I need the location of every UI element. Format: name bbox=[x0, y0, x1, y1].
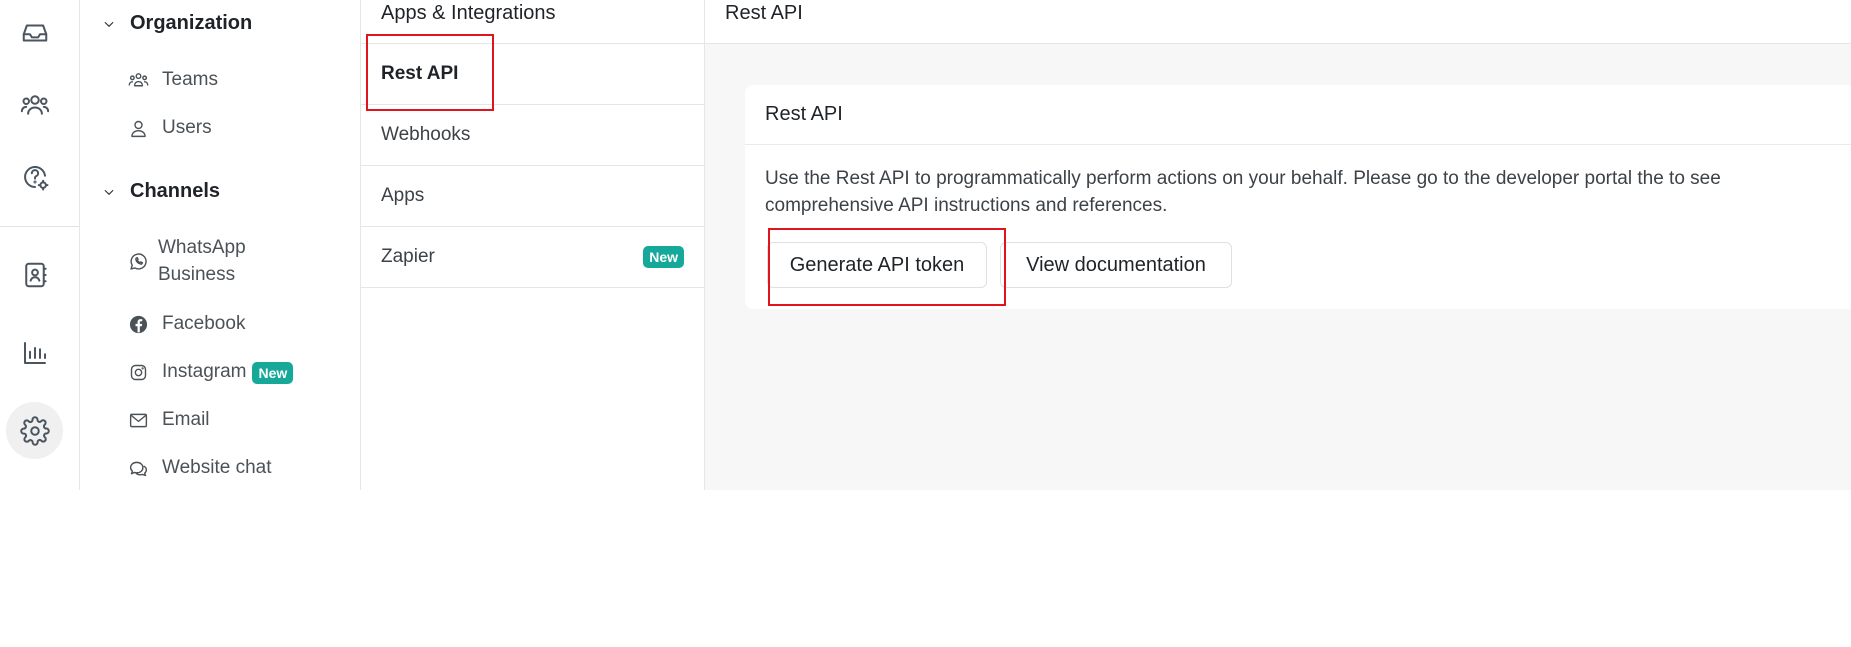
nav-item-label: Email bbox=[162, 409, 210, 430]
reports-chart-icon[interactable] bbox=[6, 324, 63, 381]
nav-item-email[interactable]: Email bbox=[126, 406, 210, 433]
facebook-icon bbox=[126, 312, 150, 336]
rest-api-card: Rest API Use the Rest API to programmati… bbox=[745, 85, 1851, 309]
nav-item-website-chat[interactable]: Website chat bbox=[126, 454, 271, 481]
chat-icon bbox=[126, 456, 150, 480]
mail-icon bbox=[126, 408, 150, 432]
organization-section-header[interactable]: Organization bbox=[80, 12, 252, 35]
nav-item-facebook[interactable]: Facebook bbox=[126, 310, 245, 337]
nav-item-teams[interactable]: Teams bbox=[126, 66, 218, 93]
integrations-subnav: Apps & Integrations Rest API Webhooks Ap… bbox=[361, 0, 705, 490]
subnav-title: Apps & Integrations bbox=[361, 0, 704, 44]
rail-divider bbox=[0, 226, 79, 227]
section-label: Channels bbox=[130, 180, 221, 202]
subnav-item-zapier[interactable]: Zapier New bbox=[361, 227, 704, 288]
nav-item-label-line1: WhatsApp bbox=[158, 237, 246, 258]
nav-item-instagram[interactable]: Instagram New bbox=[126, 358, 294, 385]
channels-section-header[interactable]: Channels bbox=[80, 180, 220, 203]
chevron-down-icon bbox=[96, 14, 122, 34]
subnav-item-label: Zapier bbox=[381, 246, 435, 267]
nav-item-label: Website chat bbox=[162, 457, 272, 478]
card-description: Use the Rest API to programmatically per… bbox=[765, 168, 1721, 216]
card-title: Rest API bbox=[745, 85, 1851, 145]
instagram-icon bbox=[126, 360, 150, 384]
main-content: Rest API Rest API Use the Rest API to pr… bbox=[705, 0, 1851, 490]
page-title: Rest API bbox=[705, 0, 1851, 44]
nav-item-label: Teams bbox=[162, 69, 218, 90]
teams-icon bbox=[126, 68, 150, 92]
nav-item-label: Instagram bbox=[162, 361, 247, 382]
subnav-item-apps[interactable]: Apps bbox=[361, 166, 704, 227]
new-badge: New bbox=[252, 362, 294, 384]
nav-item-label: WhatsApp Business bbox=[158, 234, 246, 288]
help-settings-icon[interactable] bbox=[6, 148, 63, 205]
user-icon bbox=[126, 116, 150, 140]
nav-item-label-line2: Business bbox=[158, 264, 236, 285]
app-window: Organization Teams Users Channels WhatsA… bbox=[0, 0, 1851, 490]
settings-nav: Organization Teams Users Channels WhatsA… bbox=[80, 0, 361, 490]
gear-icon[interactable] bbox=[6, 402, 63, 459]
subnav-item-webhooks[interactable]: Webhooks bbox=[361, 105, 704, 166]
nav-item-label: Facebook bbox=[162, 313, 246, 334]
nav-item-label: Users bbox=[162, 117, 212, 138]
new-badge: New bbox=[643, 246, 684, 268]
contacts-group-icon[interactable] bbox=[6, 76, 63, 133]
subnav-item-rest-api[interactable]: Rest API bbox=[361, 44, 704, 105]
whatsapp-icon bbox=[126, 249, 150, 273]
nav-item-whatsapp[interactable]: WhatsApp Business bbox=[126, 234, 246, 288]
inbox-icon[interactable] bbox=[6, 4, 63, 61]
contact-book-icon[interactable] bbox=[6, 246, 63, 303]
chevron-down-icon bbox=[96, 182, 122, 202]
view-documentation-button[interactable]: View documentation bbox=[1000, 242, 1232, 288]
generate-api-token-button[interactable]: Generate API token bbox=[767, 242, 987, 288]
nav-item-users[interactable]: Users bbox=[126, 114, 212, 141]
icon-rail bbox=[0, 0, 80, 490]
section-label: Organization bbox=[130, 12, 253, 34]
